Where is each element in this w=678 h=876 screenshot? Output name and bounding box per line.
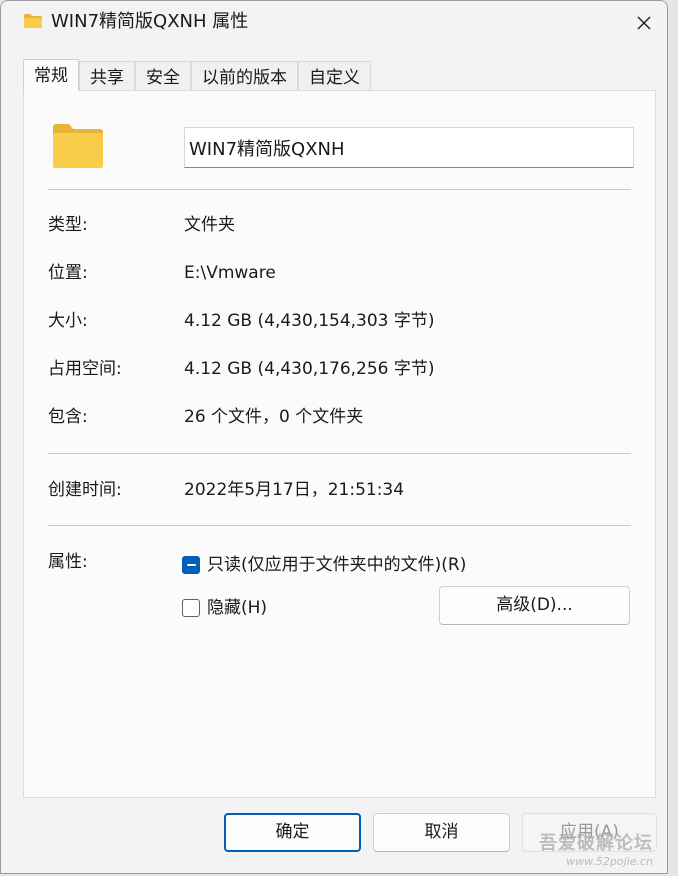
folder-icon — [24, 14, 42, 28]
folder-name-input[interactable] — [184, 127, 634, 168]
hidden-label: 隐藏(H) — [207, 598, 268, 618]
contains-value: 26 个文件，0 个文件夹 — [184, 407, 364, 427]
properties-dialog: WIN7精简版QXNH 属性 常规 共享 安全 以前的版本 自定义 类型: 文件… — [0, 0, 668, 874]
close-icon — [637, 16, 651, 30]
divider — [48, 453, 631, 454]
apply-button[interactable]: 应用(A) — [522, 813, 657, 852]
location-value: E:\Vmware — [184, 263, 276, 283]
checkbox-unchecked-icon[interactable] — [182, 599, 200, 617]
size-label: 大小: — [48, 311, 88, 331]
hidden-checkbox[interactable]: 隐藏(H) — [182, 596, 267, 620]
readonly-label: 只读(仅应用于文件夹中的文件)(R) — [207, 555, 467, 575]
size-on-disk-value: 4.12 GB (4,430,176,256 字节) — [184, 359, 435, 379]
close-button[interactable] — [621, 1, 667, 45]
size-on-disk-label: 占用空间: — [48, 359, 122, 379]
cancel-button[interactable]: 取消 — [373, 813, 510, 852]
watermark-url: www.52pojie.cn — [566, 855, 653, 868]
ok-button[interactable]: 确定 — [224, 813, 361, 852]
type-value: 文件夹 — [184, 215, 235, 235]
readonly-checkbox[interactable]: 只读(仅应用于文件夹中的文件)(R) — [182, 553, 466, 577]
type-label: 类型: — [48, 215, 88, 235]
tab-general[interactable]: 常规 — [23, 59, 79, 91]
tab-sharing[interactable]: 共享 — [79, 61, 135, 91]
tab-strip: 常规 共享 安全 以前的版本 自定义 — [23, 59, 371, 91]
size-value: 4.12 GB (4,430,154,303 字节) — [184, 311, 435, 331]
tab-previous-versions[interactable]: 以前的版本 — [191, 61, 298, 91]
general-panel: 类型: 文件夹 位置: E:\Vmware 大小: 4.12 GB (4,430… — [23, 90, 656, 798]
tab-security[interactable]: 安全 — [135, 61, 191, 91]
created-label: 创建时间: — [48, 480, 122, 500]
contains-label: 包含: — [48, 407, 88, 427]
divider — [48, 189, 631, 190]
folder-large-icon — [53, 124, 103, 168]
location-label: 位置: — [48, 263, 88, 283]
tab-customize[interactable]: 自定义 — [298, 61, 371, 91]
title-bar[interactable]: WIN7精简版QXNH 属性 — [1, 1, 667, 45]
attributes-label: 属性: — [48, 552, 88, 572]
divider — [48, 525, 631, 526]
advanced-button[interactable]: 高级(D)... — [439, 586, 630, 625]
created-value: 2022年5月17日，21:51:34 — [184, 480, 405, 500]
window-title: WIN7精简版QXNH 属性 — [51, 11, 249, 32]
checkbox-indeterminate-icon[interactable] — [182, 556, 200, 574]
